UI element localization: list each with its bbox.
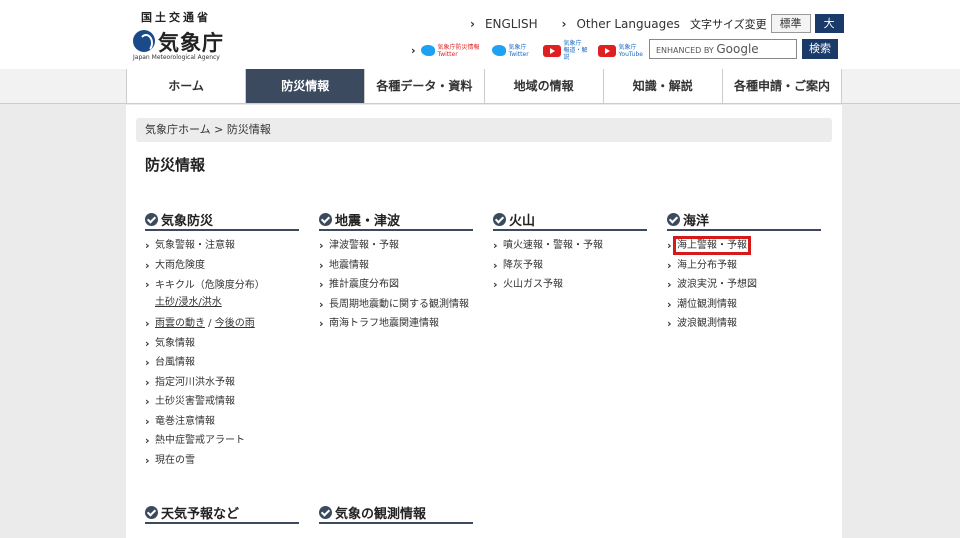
search-input[interactable]: ENHANCED BY Google (649, 39, 797, 59)
section-kaiyo: 海洋 海上警報・予報 海上分布予報 波浪実況・予想図 潮位観測情報 波浪観測情報 (667, 209, 821, 334)
twitter-icon (491, 45, 506, 56)
link-choshuki[interactable]: 長周期地震動に関する観測情報 (319, 295, 473, 314)
list-item-amagumo: 雨雲の動き / 今後の雨 (145, 314, 299, 334)
agency-name-en: Japan Meteorological Agency (133, 54, 220, 61)
link-amagumo[interactable]: 雨雲の動き (155, 318, 205, 329)
twitter-bousai-link[interactable]: 気象庁防災情報 Twitter (420, 44, 482, 58)
link-kohai[interactable]: 降灰予報 (493, 256, 647, 276)
section-heading: 海洋 (667, 209, 821, 231)
main-content: 気象庁ホーム > 防災情報 防災情報 気象防災 気象警報・注意報 大雨危険度 キ… (126, 105, 842, 538)
nav-bousai[interactable]: 防災情報 (246, 69, 366, 103)
breadcrumb[interactable]: 気象庁ホーム > 防災情報 (136, 118, 832, 142)
link-kaijo-keiho[interactable]: 海上警報・予報 (667, 236, 821, 256)
jma-logo[interactable]: 国土交通省 気象庁 Japan Meteorological Agency (131, 9, 241, 63)
section-kansoku: 気象の観測情報 (319, 502, 473, 524)
twitter-icon (420, 45, 435, 56)
nav-region[interactable]: 地域の情報 (484, 69, 604, 103)
agency-name: 気象庁 (158, 31, 224, 55)
link-shinsui[interactable]: /浸水 (175, 297, 198, 308)
link-kongo-ame[interactable]: 今後の雨 (215, 318, 255, 329)
section-heading: 天気予報など (145, 502, 299, 524)
section-kazan: 火山 噴火速報・警報・予報 降灰予報 火山ガス予報 (493, 209, 647, 295)
link-tsunami[interactable]: 津波警報・予報 (319, 236, 473, 256)
link-funka[interactable]: 噴火速報・警報・予報 (493, 236, 647, 256)
chevron-right-icon: › (561, 17, 567, 31)
nav-knowledge[interactable]: 知識・解説 (603, 69, 723, 103)
section-jishin: 地震・津波 津波警報・予報 地震情報 推計震度分布図 長周期地震動に関する観測情… (319, 209, 473, 333)
section-heading: 火山 (493, 209, 647, 231)
link-kikikuru[interactable]: キキクル（危険度分布） 土砂/浸水/洪水 (145, 275, 299, 314)
chevron-right-icon: › (411, 44, 416, 57)
social-links: › 気象庁防災情報 Twitter 気象庁 Twitter 気象庁 報道・解説 … (411, 40, 653, 61)
font-large-button[interactable]: 大 (814, 14, 844, 33)
link-kozui[interactable]: /洪水 (198, 297, 221, 308)
section-heading: 気象防災 (145, 209, 299, 231)
english-link[interactable]: › ENGLISH (470, 17, 548, 31)
link-choi[interactable]: 潮位観測情報 (667, 295, 821, 315)
link-kisho-joho[interactable]: 気象情報 (145, 334, 299, 354)
link-oame-kikendo[interactable]: 大雨危険度 (145, 256, 299, 276)
font-size-control: 文字サイズ変更 標準 大 (690, 14, 844, 33)
ministry-name: 国土交通省 (141, 11, 211, 24)
other-languages-link[interactable]: › Other Languages (562, 17, 690, 31)
youtube-news-link[interactable]: 気象庁 報道・解説 (542, 40, 588, 61)
chevron-right-icon: › (470, 17, 475, 31)
check-circle-icon (319, 505, 332, 519)
nav-home[interactable]: ホーム (127, 69, 247, 103)
global-nav: ホーム 防災情報 各種データ・資料 地域の情報 知識・解説 各種申請・ご案内 (0, 69, 960, 104)
site-header: 国土交通省 気象庁 Japan Meteorological Agency › E… (0, 0, 960, 69)
youtube-icon (597, 44, 616, 57)
link-tatsumaki[interactable]: 竜巻注意情報 (145, 412, 299, 432)
font-standard-button[interactable]: 標準 (770, 14, 811, 33)
check-circle-icon (493, 212, 506, 226)
check-circle-icon (319, 212, 332, 226)
page-title: 防災情報 (145, 156, 206, 174)
link-haro-jikkyo[interactable]: 波浪実況・予想図 (667, 275, 821, 295)
youtube-link[interactable]: 気象庁 YouTube (597, 44, 643, 58)
nav-data[interactable]: 各種データ・資料 (365, 69, 485, 103)
link-haro-kansoku[interactable]: 波浪観測情報 (667, 314, 821, 334)
link-necchusho[interactable]: 熱中症警戒アラート (145, 431, 299, 451)
youtube-icon (542, 44, 561, 57)
language-links: › ENGLISH › Other Languages (470, 17, 700, 31)
link-dosha[interactable]: 土砂 (155, 297, 175, 308)
link-kazan-gas[interactable]: 火山ガス予報 (493, 275, 647, 295)
section-heading: 地震・津波 (319, 209, 473, 231)
search-button[interactable]: 検索 (802, 39, 838, 59)
link-nankai-trough[interactable]: 南海トラフ地震関連情報 (319, 314, 473, 334)
link-yuki[interactable]: 現在の雪 (145, 451, 299, 471)
font-size-label: 文字サイズ変更 (690, 17, 767, 31)
check-circle-icon (145, 505, 158, 519)
check-circle-icon (145, 212, 158, 226)
link-suikei-shindo[interactable]: 推計震度分布図 (319, 275, 473, 295)
jma-mark-icon (133, 30, 155, 52)
link-dosha-saigai[interactable]: 土砂災害警戒情報 (145, 392, 299, 412)
link-kasen-kozui[interactable]: 指定河川洪水予報 (145, 373, 299, 393)
section-kisho: 気象防災 気象警報・注意報 大雨危険度 キキクル（危険度分布） 土砂/浸水/洪水… (145, 209, 299, 470)
section-tenki: 天気予報など (145, 502, 299, 524)
nav-application[interactable]: 各種申請・ご案内 (722, 69, 843, 103)
link-jishin-joho[interactable]: 地震情報 (319, 256, 473, 276)
google-logo: Google (716, 42, 759, 56)
check-circle-icon (667, 212, 680, 226)
link-taifu[interactable]: 台風情報 (145, 353, 299, 373)
link-kaijo-bunpu[interactable]: 海上分布予報 (667, 256, 821, 276)
search-enhanced-label: ENHANCED BY (656, 46, 714, 55)
twitter-link[interactable]: 気象庁 Twitter (491, 44, 533, 58)
link-keiho[interactable]: 気象警報・注意報 (145, 236, 299, 256)
section-heading: 気象の観測情報 (319, 502, 473, 524)
